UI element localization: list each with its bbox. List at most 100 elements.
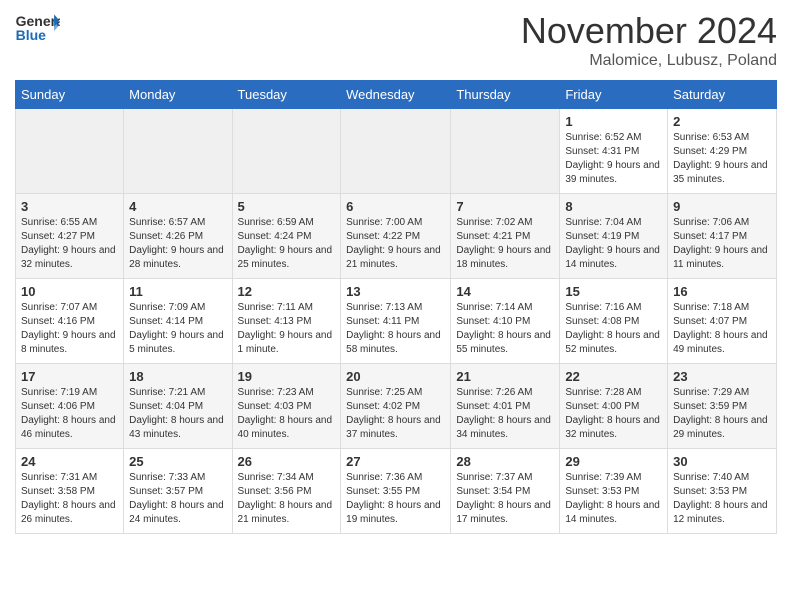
- calendar-week-3: 10Sunrise: 7:07 AM Sunset: 4:16 PM Dayli…: [16, 279, 777, 364]
- calendar-cell: 15 Sunrise: 7:16 AM Sunset: 4:08 PM Dayli…: [560, 279, 668, 364]
- day-info: Sunrise: 7:21 AM Sunset: 4:04 PM Dayligh…: [129, 386, 226, 442]
- day-info: Sunrise: 7:23 AM Sunset: 4:03 PM Dayligh…: [238, 386, 336, 442]
- logo-icon: General Blue: [15, 10, 60, 45]
- day-number: 29: [565, 454, 662, 469]
- day-number: 30: [673, 454, 771, 469]
- calendar-cell: 17Sunrise: 7:19 AM Sunset: 4:06 PM Dayli…: [16, 364, 124, 449]
- day-number: 11: [129, 284, 226, 299]
- day-info: Sunrise: 7:16 AM Sunset: 4:08 PM Dayligh…: [565, 301, 662, 357]
- calendar-cell: 16 Sunrise: 7:18 AM Sunset: 4:07 PM Dayli…: [668, 279, 777, 364]
- calendar-cell: 26 Sunrise: 7:34 AM Sunset: 3:56 PM Dayli…: [232, 449, 341, 534]
- title-block: November 2024 Malomice, Lubusz, Poland: [521, 10, 777, 70]
- logo: General Blue: [15, 10, 60, 45]
- calendar-cell: 8 Sunrise: 7:04 AM Sunset: 4:19 PM Daylig…: [560, 194, 668, 279]
- weekday-header-monday: Monday: [124, 81, 232, 109]
- day-info: Sunrise: 6:52 AM Sunset: 4:31 PM Dayligh…: [565, 131, 662, 187]
- calendar-cell: 14 Sunrise: 7:14 AM Sunset: 4:10 PM Dayli…: [451, 279, 560, 364]
- day-info: Sunrise: 7:29 AM Sunset: 3:59 PM Dayligh…: [673, 386, 771, 442]
- calendar-cell: 13 Sunrise: 7:13 AM Sunset: 4:11 PM Dayli…: [341, 279, 451, 364]
- calendar-cell: 22 Sunrise: 7:28 AM Sunset: 4:00 PM Dayli…: [560, 364, 668, 449]
- calendar-cell: 3 Sunrise: 6:55 AM Sunset: 4:27 PM Daylig…: [16, 194, 124, 279]
- calendar-cell: 23 Sunrise: 7:29 AM Sunset: 3:59 PM Dayli…: [668, 364, 777, 449]
- day-number: 18: [129, 369, 226, 384]
- calendar-cell: [451, 109, 560, 194]
- calendar-cell: 27 Sunrise: 7:36 AM Sunset: 3:55 PM Dayli…: [341, 449, 451, 534]
- day-number: 16: [673, 284, 771, 299]
- day-number: 6: [346, 199, 445, 214]
- day-number: 26: [238, 454, 336, 469]
- calendar-cell: 10Sunrise: 7:07 AM Sunset: 4:16 PM Dayli…: [16, 279, 124, 364]
- calendar-cell: 24Sunrise: 7:31 AM Sunset: 3:58 PM Dayli…: [16, 449, 124, 534]
- calendar-cell: 7Sunrise: 7:02 AM Sunset: 4:21 PM Daylig…: [451, 194, 560, 279]
- day-number: 21: [456, 369, 554, 384]
- calendar-cell: 20 Sunrise: 7:25 AM Sunset: 4:02 PM Dayli…: [341, 364, 451, 449]
- day-info: Sunrise: 7:36 AM Sunset: 3:55 PM Dayligh…: [346, 471, 445, 527]
- day-number: 3: [21, 199, 118, 214]
- weekday-header-saturday: Saturday: [668, 81, 777, 109]
- day-info: Sunrise: 7:11 AM Sunset: 4:13 PM Dayligh…: [238, 301, 336, 357]
- calendar-cell: [232, 109, 341, 194]
- day-number: 2: [673, 114, 771, 129]
- day-info: Sunrise: 7:39 AM Sunset: 3:53 PM Dayligh…: [565, 471, 662, 527]
- day-info: Sunrise: 6:57 AM Sunset: 4:26 PM Dayligh…: [129, 216, 226, 272]
- day-info: Sunrise: 7:18 AM Sunset: 4:07 PM Dayligh…: [673, 301, 771, 357]
- day-number: 12: [238, 284, 336, 299]
- day-info: Sunrise: 7:31 AM Sunset: 3:58 PM Dayligh…: [21, 471, 118, 527]
- calendar-cell: 28Sunrise: 7:37 AM Sunset: 3:54 PM Dayli…: [451, 449, 560, 534]
- calendar-week-2: 3 Sunrise: 6:55 AM Sunset: 4:27 PM Daylig…: [16, 194, 777, 279]
- day-number: 14: [456, 284, 554, 299]
- weekday-header-thursday: Thursday: [451, 81, 560, 109]
- day-info: Sunrise: 7:28 AM Sunset: 4:00 PM Dayligh…: [565, 386, 662, 442]
- day-info: Sunrise: 6:53 AM Sunset: 4:29 PM Dayligh…: [673, 131, 771, 187]
- calendar-cell: 18 Sunrise: 7:21 AM Sunset: 4:04 PM Dayli…: [124, 364, 232, 449]
- day-info: Sunrise: 7:26 AM Sunset: 4:01 PM Dayligh…: [456, 386, 554, 442]
- day-info: Sunrise: 7:02 AM Sunset: 4:21 PM Dayligh…: [456, 216, 554, 272]
- calendar-cell: 30Sunrise: 7:40 AM Sunset: 3:53 PM Dayli…: [668, 449, 777, 534]
- weekday-header-sunday: Sunday: [16, 81, 124, 109]
- calendar-cell: 1Sunrise: 6:52 AM Sunset: 4:31 PM Daylig…: [560, 109, 668, 194]
- day-info: Sunrise: 7:25 AM Sunset: 4:02 PM Dayligh…: [346, 386, 445, 442]
- day-number: 5: [238, 199, 336, 214]
- calendar-cell: [341, 109, 451, 194]
- day-number: 19: [238, 369, 336, 384]
- day-info: Sunrise: 7:06 AM Sunset: 4:17 PM Dayligh…: [673, 216, 771, 272]
- calendar-cell: 19 Sunrise: 7:23 AM Sunset: 4:03 PM Dayli…: [232, 364, 341, 449]
- weekday-header-friday: Friday: [560, 81, 668, 109]
- day-number: 23: [673, 369, 771, 384]
- day-info: Sunrise: 7:13 AM Sunset: 4:11 PM Dayligh…: [346, 301, 445, 357]
- day-number: 15: [565, 284, 662, 299]
- day-number: 25: [129, 454, 226, 469]
- day-number: 9: [673, 199, 771, 214]
- calendar-cell: 5Sunrise: 6:59 AM Sunset: 4:24 PM Daylig…: [232, 194, 341, 279]
- calendar-cell: 25Sunrise: 7:33 AM Sunset: 3:57 PM Dayli…: [124, 449, 232, 534]
- day-info: Sunrise: 7:09 AM Sunset: 4:14 PM Dayligh…: [129, 301, 226, 357]
- calendar-cell: [16, 109, 124, 194]
- calendar-cell: 4Sunrise: 6:57 AM Sunset: 4:26 PM Daylig…: [124, 194, 232, 279]
- day-info: Sunrise: 7:00 AM Sunset: 4:22 PM Dayligh…: [346, 216, 445, 272]
- calendar-cell: 11 Sunrise: 7:09 AM Sunset: 4:14 PM Dayli…: [124, 279, 232, 364]
- calendar-cell: 9 Sunrise: 7:06 AM Sunset: 4:17 PM Daylig…: [668, 194, 777, 279]
- day-number: 22: [565, 369, 662, 384]
- location: Malomice, Lubusz, Poland: [521, 52, 777, 70]
- calendar-cell: 29 Sunrise: 7:39 AM Sunset: 3:53 PM Dayli…: [560, 449, 668, 534]
- day-info: Sunrise: 7:14 AM Sunset: 4:10 PM Dayligh…: [456, 301, 554, 357]
- day-number: 10: [21, 284, 118, 299]
- calendar-cell: [124, 109, 232, 194]
- day-number: 27: [346, 454, 445, 469]
- weekday-header-wednesday: Wednesday: [341, 81, 451, 109]
- calendar-cell: 2 Sunrise: 6:53 AM Sunset: 4:29 PM Daylig…: [668, 109, 777, 194]
- weekday-header-row: SundayMondayTuesdayWednesdayThursdayFrid…: [16, 81, 777, 109]
- day-info: Sunrise: 7:34 AM Sunset: 3:56 PM Dayligh…: [238, 471, 336, 527]
- day-number: 20: [346, 369, 445, 384]
- day-number: 13: [346, 284, 445, 299]
- calendar-week-1: 1Sunrise: 6:52 AM Sunset: 4:31 PM Daylig…: [16, 109, 777, 194]
- calendar-cell: 12 Sunrise: 7:11 AM Sunset: 4:13 PM Dayli…: [232, 279, 341, 364]
- day-number: 28: [456, 454, 554, 469]
- day-info: Sunrise: 6:55 AM Sunset: 4:27 PM Dayligh…: [21, 216, 118, 272]
- day-number: 8: [565, 199, 662, 214]
- svg-text:Blue: Blue: [16, 27, 47, 43]
- page-header: General Blue November 2024 Malomice, Lub…: [15, 10, 777, 70]
- calendar-cell: 21 Sunrise: 7:26 AM Sunset: 4:01 PM Dayli…: [451, 364, 560, 449]
- calendar-week-5: 24Sunrise: 7:31 AM Sunset: 3:58 PM Dayli…: [16, 449, 777, 534]
- day-info: Sunrise: 7:04 AM Sunset: 4:19 PM Dayligh…: [565, 216, 662, 272]
